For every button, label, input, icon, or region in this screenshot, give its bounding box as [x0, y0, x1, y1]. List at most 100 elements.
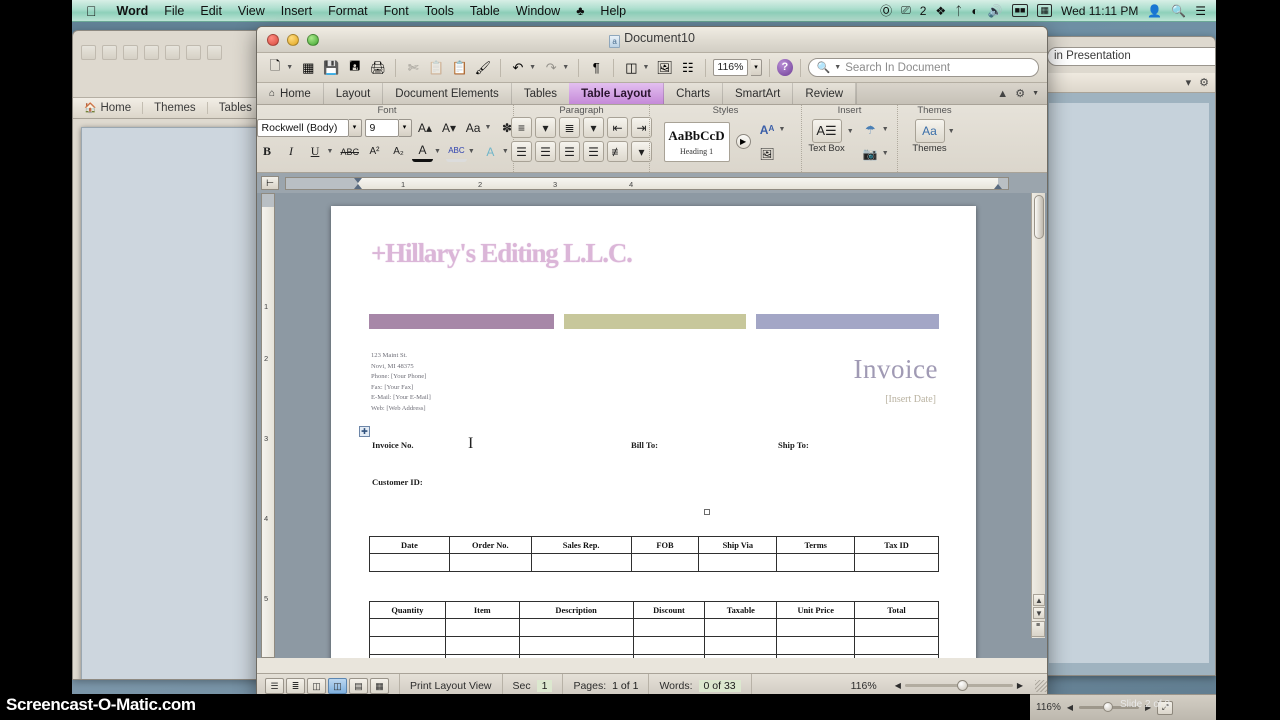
background-window-word[interactable]: 🏠 Home Themes Tables — [72, 30, 272, 680]
picture-icon[interactable]: 📷 — [860, 143, 881, 164]
letterhead-title[interactable]: +Hillary's Editing L.L.C. — [371, 238, 633, 269]
menu-item-edit[interactable]: Edit — [192, 4, 230, 18]
bg-search-input[interactable]: in Presentation — [1047, 47, 1215, 66]
scroll-down-icon[interactable]: ▼ — [1033, 607, 1045, 619]
menu-item-word[interactable]: Word — [109, 4, 157, 18]
bg-ribbon-right[interactable]: ▾ ⚙ — [1041, 73, 1215, 93]
media-browser-icon[interactable]: 🖼 — [654, 57, 674, 79]
scroll-up-icon[interactable]: ▲ — [1033, 594, 1045, 606]
bluetooth-icon[interactable]: ᛏ — [955, 4, 962, 18]
table-row[interactable] — [369, 636, 939, 655]
ribbon-body[interactable]: Font Rockwell (Body) ▾ 9 ▾ A▴ A▾ Aa ▼ ✽ … — [257, 105, 1047, 173]
draft-view-button[interactable]: ☰ — [265, 677, 284, 694]
open-gallery-icon[interactable]: ▦ — [298, 57, 318, 79]
menu-item-format[interactable]: Format — [320, 4, 376, 18]
vertical-scrollbar[interactable]: ▲ ▼ ● — [1031, 193, 1045, 638]
tab-smartart[interactable]: SmartArt — [723, 83, 794, 104]
ribbon-tab-actions[interactable]: ▲ ⚙ ▼ — [989, 83, 1047, 104]
new-document-dropdown-icon[interactable]: ▼ — [286, 64, 293, 71]
manage-styles-icon[interactable]: 🖼 — [757, 143, 778, 164]
chevron-down-icon[interactable]: ▼ — [834, 64, 841, 71]
field-invoice-no[interactable]: Invoice No. — [372, 440, 414, 450]
tab-table-layout[interactable]: Table Layout — [569, 83, 665, 104]
themes-dropdown-icon[interactable]: ▼ — [948, 128, 955, 135]
document-area[interactable]: 1 2 3 4 5 +Hillary's Editing L.L.C. 123 … — [257, 193, 1047, 658]
redo-icon[interactable]: ↷ — [541, 57, 561, 79]
numbering-dropdown-icon[interactable]: ▾ — [583, 117, 604, 138]
td-taxable[interactable] — [704, 618, 778, 637]
right-indent-marker[interactable] — [994, 183, 1002, 189]
td-discount[interactable] — [632, 618, 706, 637]
outline-view-button[interactable]: ≣ — [286, 677, 305, 694]
tab-charts[interactable]: Charts — [664, 83, 724, 104]
first-line-indent-marker[interactable] — [354, 177, 362, 183]
td-tax-id[interactable] — [854, 553, 939, 572]
sidebar-dropdown-icon[interactable]: ▼ — [643, 64, 650, 71]
td-description[interactable] — [518, 654, 634, 658]
zoom-out-icon[interactable]: ◀ — [895, 681, 901, 690]
volume-icon[interactable]: 🔊 — [988, 4, 1003, 18]
text-box-dropdown-icon[interactable]: ▼ — [847, 128, 854, 135]
tab-layout[interactable]: Layout — [323, 83, 384, 104]
td-description[interactable] — [518, 636, 634, 655]
change-case-dropdown-icon[interactable]: ▼ — [485, 124, 492, 131]
zoom-input[interactable]: 116% — [712, 59, 748, 76]
word-window[interactable]: a Document10 🗋 ▼ ▦ 💾 🖪 🖨 ✄ 📋 📋 🖌 ↶ ▼ ↷ ▼ … — [256, 26, 1048, 698]
zoom-slider[interactable]: ◀ ▶ — [887, 680, 1031, 691]
menu-item-file[interactable]: File — [156, 4, 192, 18]
shapes-dropdown-icon[interactable]: ▼ — [882, 126, 889, 133]
toolbox-icon[interactable]: ☷ — [678, 57, 698, 79]
gear-dropdown-icon[interactable]: ▼ — [1032, 90, 1039, 97]
td-item[interactable] — [444, 636, 520, 655]
sidebar-toggle-icon[interactable]: ◫ — [621, 57, 641, 79]
redo-dropdown-icon[interactable]: ▼ — [562, 64, 569, 71]
mac-menu-bar[interactable]:  Word File Edit View Insert Format Font… — [72, 0, 1216, 22]
menu-item-tools[interactable]: Tools — [417, 4, 462, 18]
notebook-layout-view-button[interactable]: ▤ — [349, 677, 368, 694]
undo-icon[interactable]: ↶ — [508, 57, 528, 79]
highlight-dropdown-icon[interactable]: ▼ — [468, 148, 475, 155]
menu-item-window[interactable]: Window — [508, 4, 568, 18]
td-quantity[interactable] — [369, 636, 446, 655]
text-effects-button[interactable]: A — [480, 141, 501, 162]
align-center-icon[interactable]: ☰ — [535, 141, 556, 162]
font-size-input[interactable]: 9 — [364, 118, 399, 137]
superscript-button[interactable]: A² — [364, 141, 385, 162]
cut-icon[interactable]: ✄ — [403, 57, 423, 79]
invoice-date-placeholder[interactable]: [Insert Date] — [885, 394, 936, 405]
format-painter-icon[interactable]: 🖌 — [473, 57, 493, 79]
horizontal-ruler[interactable]: 1 2 3 4 — [285, 176, 1009, 190]
ribbon-tab-bar[interactable]: ⌂ Home Layout Document Elements Tables T… — [257, 83, 1047, 105]
battery-icon[interactable]: ■■ — [1011, 4, 1029, 17]
bottom-zoom-knob[interactable] — [1103, 702, 1113, 712]
full-screen-view-button[interactable]: ▦ — [370, 677, 389, 694]
view-buttons[interactable]: ☰ ≣ ◫ ◫ ▤ ▦ — [257, 677, 389, 694]
field-ship-to[interactable]: Ship To: — [778, 440, 809, 450]
wifi-icon[interactable]: ◐ — [971, 4, 978, 18]
show-formatting-marks-icon[interactable]: ¶ — [586, 57, 606, 79]
td-discount[interactable] — [632, 636, 706, 655]
subscript-button[interactable]: A₂ — [388, 141, 409, 162]
left-indent-marker[interactable] — [354, 183, 362, 189]
td-fob[interactable] — [630, 553, 700, 572]
td-ship-via[interactable] — [698, 553, 778, 572]
align-left-icon[interactable]: ☰ — [511, 141, 532, 162]
text-box-button[interactable]: A☰ Text Box — [808, 119, 845, 154]
field-customer-id[interactable]: Customer ID: — [372, 477, 423, 487]
publishing-layout-view-button[interactable]: ◫ — [307, 677, 326, 694]
td-quantity[interactable] — [369, 654, 446, 658]
td-item[interactable] — [444, 654, 520, 658]
user-icon[interactable]: 👤 — [1147, 4, 1162, 18]
font-name-combo[interactable]: Rockwell (Body) ▾ — [257, 118, 362, 137]
menu-item-table[interactable]: Table — [462, 4, 508, 18]
td-unit-price[interactable] — [776, 618, 856, 637]
background-ribbon-tabs[interactable]: 🏠 Home Themes Tables — [73, 97, 271, 119]
notification-center-icon[interactable]: ☰ — [1195, 4, 1206, 18]
resize-grip[interactable] — [1035, 679, 1047, 692]
change-case-icon[interactable]: Aa — [463, 117, 484, 138]
gear-icon[interactable]: ⚙ — [1015, 87, 1025, 100]
apple-icon[interactable]:  — [72, 3, 109, 19]
shapes-icon[interactable]: ☂ — [860, 119, 881, 140]
search-icon[interactable]: 🔍 — [1171, 4, 1186, 18]
undo-dropdown-icon[interactable]: ▼ — [529, 64, 536, 71]
